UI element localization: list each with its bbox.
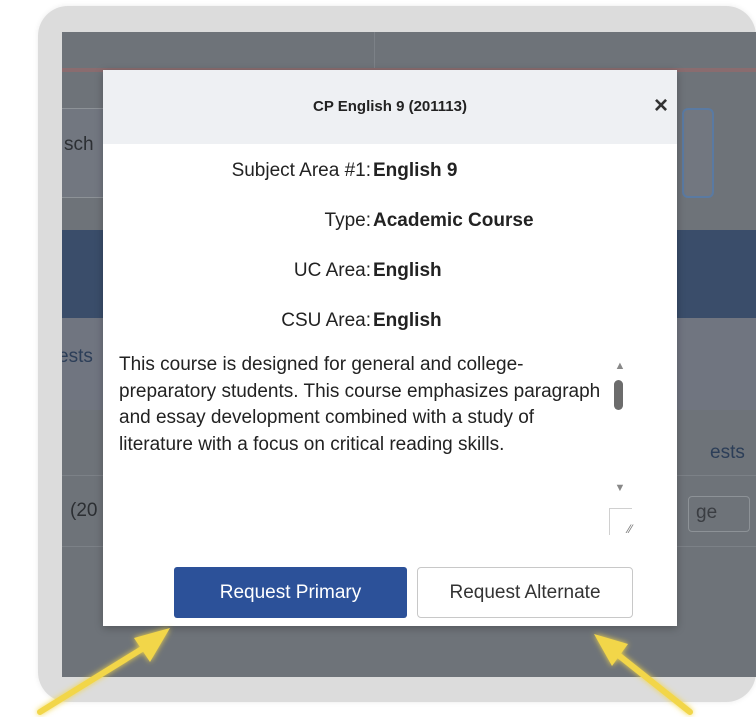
field-value: English xyxy=(373,260,442,281)
field-type: Type: Academic Course xyxy=(103,210,677,238)
modal-header: CP English 9 (201113) × xyxy=(103,70,677,144)
scroll-down-icon[interactable]: ▼ xyxy=(613,482,627,494)
field-label: Type: xyxy=(324,210,371,231)
background-column-text: ests xyxy=(710,442,745,463)
request-alternate-button[interactable]: Request Alternate xyxy=(417,567,633,618)
field-value: Academic Course xyxy=(373,210,534,231)
course-details-modal: CP English 9 (201113) × Subject Area #1:… xyxy=(103,70,677,626)
field-label: UC Area: xyxy=(293,260,371,281)
field-label: Subject Area #1: xyxy=(231,160,371,181)
background-row-button-text: ge xyxy=(696,502,718,523)
background-tab-text: ests xyxy=(62,346,93,367)
scrollbar-thumb[interactable] xyxy=(614,380,623,410)
field-label: CSU Area: xyxy=(281,310,371,331)
background-input-box xyxy=(682,108,714,198)
field-value: English xyxy=(373,310,442,331)
background-search-text: sch xyxy=(64,134,94,155)
resize-handle-icon[interactable]: ⁄⁄ xyxy=(609,508,632,536)
field-csu-area: CSU Area: English xyxy=(103,310,677,338)
close-icon[interactable]: × xyxy=(647,92,675,120)
field-uc-area: UC Area: English xyxy=(103,260,677,288)
field-subject-area: Subject Area #1: English 9 xyxy=(103,160,677,188)
background-row-text: (20 xyxy=(70,500,98,521)
modal-title: CP English 9 (201113) xyxy=(313,98,467,115)
background-divider xyxy=(374,32,375,68)
field-value: English 9 xyxy=(373,160,458,181)
request-primary-button[interactable]: Request Primary xyxy=(174,567,407,618)
course-description-textarea[interactable]: This course is designed for general and … xyxy=(111,346,613,534)
scroll-up-icon[interactable]: ▲ xyxy=(613,360,627,372)
